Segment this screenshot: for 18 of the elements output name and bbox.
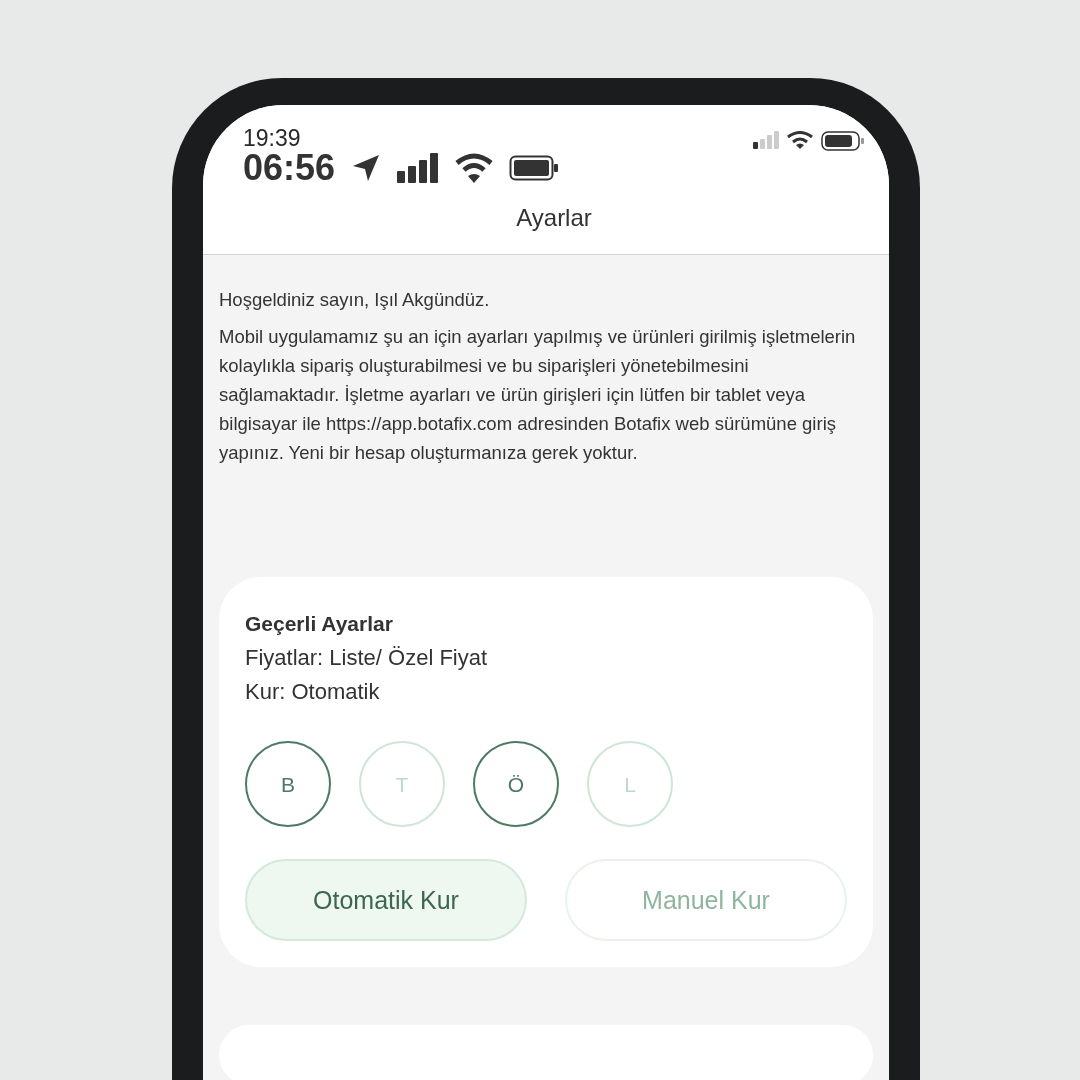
wifi-icon xyxy=(787,131,813,149)
rate-mode-button[interactable]: Otomatik Kur xyxy=(245,859,527,941)
greeting-text: Hoşgeldiniz sayın, Işıl Akgündüz. xyxy=(219,288,491,312)
setting-line: Kur: Otomatik xyxy=(245,678,381,706)
location-arrow-icon xyxy=(351,153,382,183)
option-toggle[interactable]: Ö xyxy=(473,741,559,827)
setting-line: Fiyatlar: Liste/ Özel Fiyat xyxy=(245,644,489,672)
wifi-icon xyxy=(455,153,494,183)
info-paragraph: Mobil uygulamamız şu an için ayarları yapılmış ve ürünleri girilmiş işletmelerin kolaylıkla sipariş oluşturabilmesi ve bu siparişleri yönetebilmesini sağlamaktadır. İşletme ayarları ve ürün girişleri için lütfen bir tablet veya bilgisayar ile https://app.botafix.com adresinden Botafix web sürümüne giriş yapınız. Yeni bir hesap oluşturmanıza gerek yoktur. xyxy=(219,325,857,465)
option-toggle[interactable]: B xyxy=(245,741,331,827)
status-time: 06:56 xyxy=(243,150,336,186)
battery-icon xyxy=(509,155,560,181)
screen-title: Ayarlar xyxy=(515,203,593,233)
signal-icon xyxy=(753,131,779,149)
signal-icon xyxy=(397,153,440,183)
card-title: Geçerli Ayarlar xyxy=(245,611,394,637)
status-time: 19:39 xyxy=(243,127,302,150)
battery-icon xyxy=(821,131,865,151)
